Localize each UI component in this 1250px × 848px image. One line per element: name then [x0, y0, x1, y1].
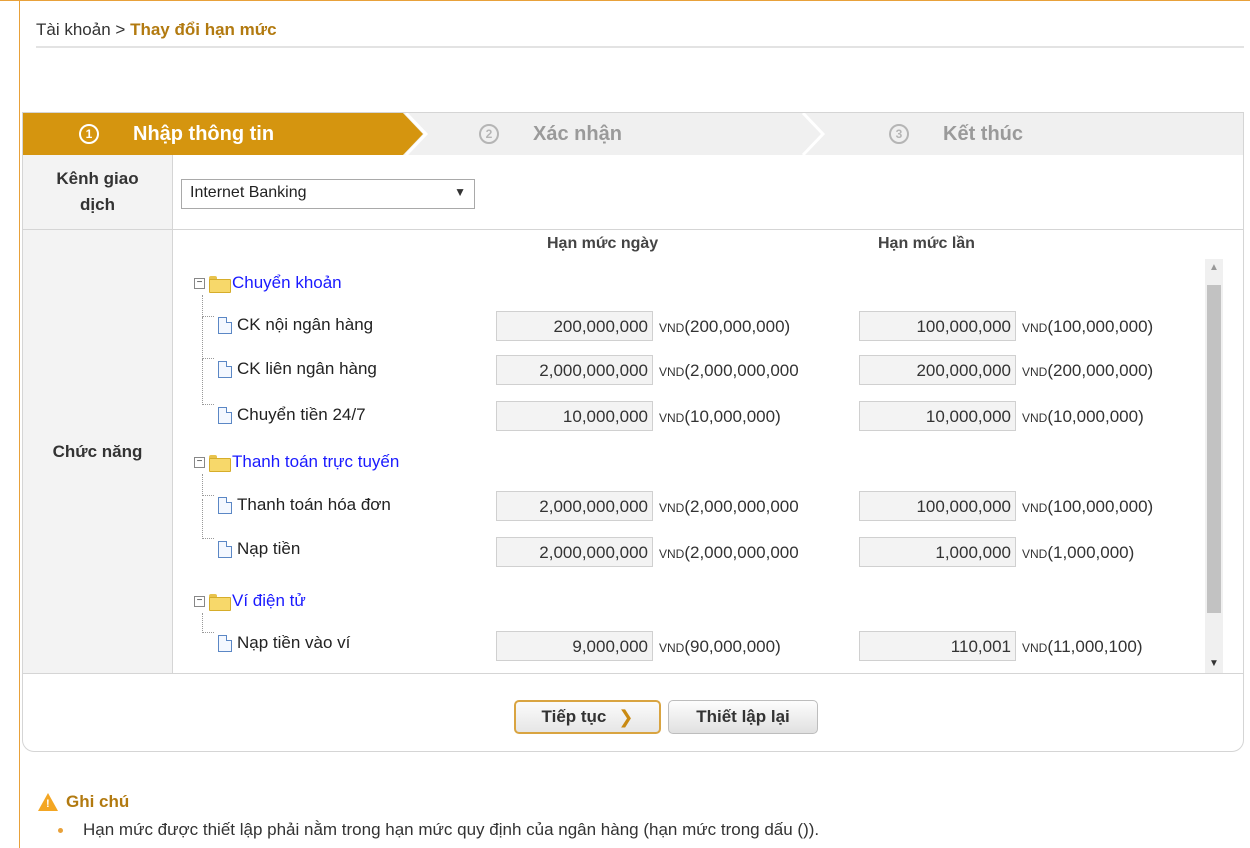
- step-2-label: Xác nhận: [533, 122, 622, 145]
- channel-label-text: Kênh giao dịch: [56, 169, 139, 214]
- bullet-icon: [58, 827, 63, 833]
- tree-item: Nạp tiền vào ví: [218, 629, 350, 657]
- step-indicator: 1 Nhập thông tin 2 Xác nhận 3 Kết thúc: [23, 113, 1243, 155]
- note-text: Hạn mức được thiết lập phải nằm trong hạ…: [83, 820, 820, 839]
- row-divider: [23, 229, 1243, 230]
- notes-title: Ghi chú: [66, 792, 130, 811]
- reset-button[interactable]: Thiết lập lại: [668, 700, 818, 734]
- tree-item: CK liên ngân hàng: [218, 355, 377, 383]
- per-transaction-limit-input[interactable]: 100,000,000: [859, 311, 1016, 341]
- per-transaction-limit-max: VND(10,000,000): [1022, 407, 1144, 426]
- item-label: Nạp tiền vào ví: [237, 633, 351, 652]
- per-transaction-limit-input[interactable]: 200,000,000: [859, 355, 1016, 385]
- document-icon: [218, 316, 232, 334]
- daily-limit-input[interactable]: 2,000,000,000: [496, 537, 653, 567]
- collapse-icon[interactable]: −: [194, 595, 205, 607]
- folder-icon: [209, 275, 231, 293]
- tree-item: CK nội ngân hàng: [218, 311, 373, 339]
- per-transaction-limit-input[interactable]: 100,000,000: [859, 491, 1016, 521]
- breadcrumb-parent[interactable]: Tài khoản: [36, 20, 111, 39]
- continue-button[interactable]: Tiếp tục ❯: [514, 700, 661, 734]
- function-label: Chức năng: [23, 230, 173, 673]
- group-label[interactable]: Ví điện tử: [232, 591, 306, 611]
- frame-left-border: [19, 0, 20, 848]
- row-divider: [23, 673, 1243, 674]
- daily-limit-max: VND(200,000,000): [659, 317, 791, 336]
- tree-item: Nạp tiền: [218, 535, 300, 563]
- document-icon: [218, 360, 232, 378]
- daily-limit-max: VND(10,000,000): [659, 407, 781, 426]
- frame-top-border: [0, 0, 1250, 1]
- notes-heading: ! Ghi chú: [38, 792, 129, 812]
- daily-limit-max: VND(2,000,000,000: [659, 361, 799, 380]
- document-icon: [218, 496, 232, 514]
- folder-icon: [209, 454, 231, 472]
- item-label: Chuyển tiền 24/7: [237, 405, 366, 424]
- column-header-per-transaction: Hạn mức lần: [878, 235, 975, 252]
- daily-limit-max: VND(2,000,000,000: [659, 543, 799, 562]
- daily-limit-input[interactable]: 9,000,000: [496, 631, 653, 661]
- daily-limit-max: VND(90,000,000): [659, 637, 781, 656]
- document-icon: [218, 540, 232, 558]
- collapse-icon[interactable]: −: [194, 277, 205, 289]
- scroll-down-icon[interactable]: ▼: [1205, 655, 1223, 673]
- per-transaction-limit-max: VND(200,000,000): [1022, 361, 1154, 380]
- dropdown-arrow-icon: ▼: [454, 185, 466, 199]
- breadcrumb: Tài khoản > Thay đổi hạn mức: [36, 20, 277, 40]
- group-label[interactable]: Thanh toán trực tuyến: [232, 452, 399, 472]
- step-1-number: 1: [79, 124, 99, 144]
- item-label: CK liên ngân hàng: [237, 359, 377, 378]
- scrollbar-thumb[interactable]: [1207, 285, 1221, 613]
- breadcrumb-current: Thay đổi hạn mức: [130, 20, 277, 39]
- tree-group-online-payment[interactable]: − Thanh toán trực tuyến: [194, 450, 399, 474]
- tree-group-e-wallet[interactable]: − Ví điện tử: [194, 589, 306, 613]
- step-1: 1 Nhập thông tin: [79, 113, 274, 155]
- tree-item: Thanh toán hóa đơn: [218, 491, 391, 519]
- per-transaction-limit-input[interactable]: 1,000,000: [859, 537, 1016, 567]
- document-icon: [218, 634, 232, 652]
- item-label: Nạp tiền: [237, 539, 301, 558]
- daily-limit-max: VND(2,000,000,000: [659, 497, 799, 516]
- continue-button-label: Tiếp tục: [541, 707, 607, 726]
- step-2: 2 Xác nhận: [479, 113, 622, 155]
- daily-limit-input[interactable]: 10,000,000: [496, 401, 653, 431]
- function-tree: − Chuyển khoản CK nội ngân hàng 200,000,…: [174, 259, 1204, 673]
- tree-scrollbar[interactable]: ▲ ▼: [1205, 259, 1223, 673]
- folder-icon: [209, 593, 231, 611]
- daily-limit-input[interactable]: 200,000,000: [496, 311, 653, 341]
- daily-limit-input[interactable]: 2,000,000,000: [496, 491, 653, 521]
- daily-limit-input[interactable]: 2,000,000,000: [496, 355, 653, 385]
- per-transaction-limit-max: VND(100,000,000): [1022, 497, 1154, 516]
- breadcrumb-divider: [36, 46, 1244, 48]
- document-icon: [218, 406, 232, 424]
- reset-button-label: Thiết lập lại: [696, 707, 790, 726]
- function-label-text: Chức năng: [52, 441, 143, 461]
- per-transaction-limit-input[interactable]: 110,001: [859, 631, 1016, 661]
- step-3-label: Kết thúc: [943, 122, 1023, 145]
- chevron-right-icon: ❯: [618, 706, 634, 727]
- item-label: Thanh toán hóa đơn: [237, 495, 391, 514]
- group-label[interactable]: Chuyển khoản: [232, 273, 342, 293]
- tree-item: Chuyển tiền 24/7: [218, 401, 366, 429]
- per-transaction-limit-max: VND(1,000,000): [1022, 543, 1135, 562]
- channel-label: Kênh giao dịch: [23, 155, 173, 229]
- breadcrumb-separator: >: [115, 20, 126, 39]
- column-header-daily: Hạn mức ngày: [547, 235, 659, 252]
- per-transaction-limit-input[interactable]: 10,000,000: [859, 401, 1016, 431]
- channel-select-value: Internet Banking: [190, 184, 307, 201]
- per-transaction-limit-max: VND(100,000,000): [1022, 317, 1154, 336]
- scroll-up-icon[interactable]: ▲: [1205, 259, 1223, 277]
- per-transaction-limit-max: VND(11,000,100): [1022, 637, 1143, 656]
- step-3: 3 Kết thúc: [889, 113, 1023, 155]
- note-item: Hạn mức được thiết lập phải nằm trong hạ…: [58, 820, 819, 840]
- channel-select[interactable]: Internet Banking ▼: [181, 179, 475, 209]
- warning-icon: !: [38, 793, 58, 811]
- collapse-icon[interactable]: −: [194, 456, 205, 468]
- tree-group-transfer[interactable]: − Chuyển khoản: [194, 271, 342, 295]
- step-1-label: Nhập thông tin: [133, 122, 275, 145]
- item-label: CK nội ngân hàng: [237, 315, 374, 334]
- step-3-number: 3: [889, 124, 909, 144]
- step-2-number: 2: [479, 124, 499, 144]
- limit-form-panel: 1 Nhập thông tin 2 Xác nhận 3 Kết thúc K…: [22, 112, 1244, 752]
